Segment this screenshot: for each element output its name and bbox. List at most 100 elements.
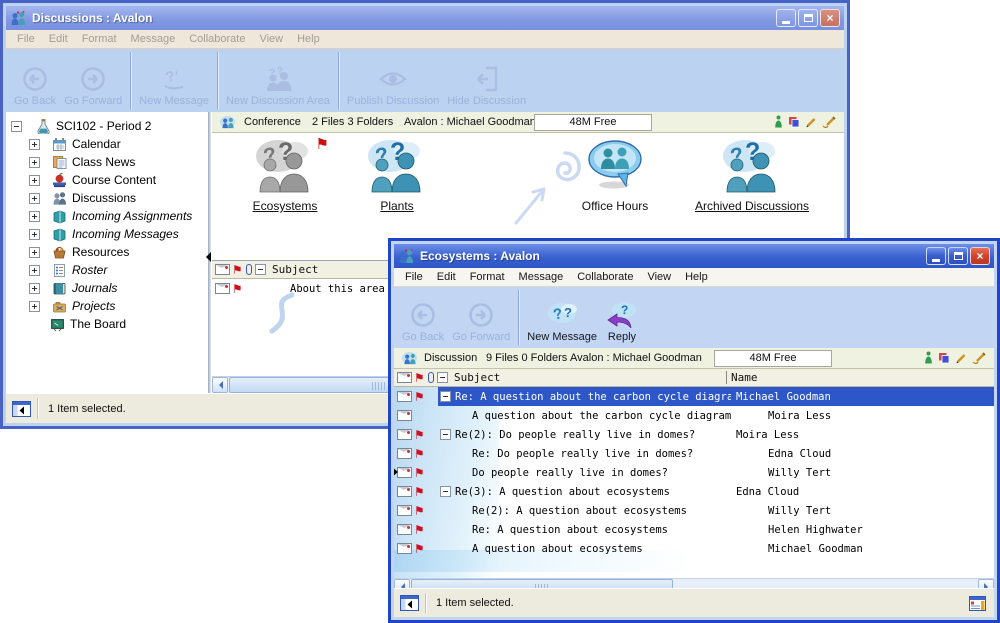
- signature-pen-icon: [822, 116, 836, 128]
- icon-ecosystems[interactable]: ⚑ ? ? Ecosystems: [227, 137, 343, 213]
- grid-view-icon[interactable]: [969, 596, 986, 611]
- menu-format[interactable]: Format: [75, 33, 124, 45]
- sidebar-item-course-content[interactable]: Course Content: [29, 171, 156, 189]
- sidebar-item-incoming-assignments[interactable]: Incoming Assignments: [29, 207, 192, 225]
- minimize-button[interactable]: [926, 247, 946, 265]
- go-forward-button[interactable]: Go Forward: [448, 287, 514, 348]
- pane-collapse-handle[interactable]: [394, 467, 403, 477]
- ecosystems-titlebar[interactable]: Ecosystems : Avalon ×: [394, 244, 994, 268]
- expand-icon[interactable]: [29, 211, 40, 222]
- sidebar-item-incoming-messages[interactable]: Incoming Messages: [29, 225, 179, 243]
- collapse-icon[interactable]: [440, 486, 451, 497]
- menu-message[interactable]: Message: [512, 271, 571, 283]
- icon-plants[interactable]: ? ? Plants: [347, 137, 447, 213]
- expand-icon[interactable]: [29, 265, 40, 276]
- icon-office-hours[interactable]: Office Hours: [560, 139, 670, 213]
- tree-root-sci102[interactable]: SCI102 - Period 2: [11, 117, 151, 135]
- menu-message[interactable]: Message: [124, 33, 183, 45]
- hide-discussion-button[interactable]: Hide Discussion: [443, 49, 530, 112]
- menu-view[interactable]: View: [252, 33, 290, 45]
- menu-file[interactable]: File: [10, 33, 42, 45]
- menu-collaborate[interactable]: Collaborate: [570, 271, 640, 283]
- new-discussion-area-button[interactable]: ? ? New Discussion Area: [222, 49, 334, 112]
- message-row[interactable]: A question about ecosystems Michael Good…: [394, 539, 994, 558]
- menu-edit[interactable]: Edit: [430, 271, 463, 283]
- subject-column-header[interactable]: Subject: [454, 371, 726, 384]
- subject-column-header[interactable]: Subject: [272, 263, 318, 276]
- menu-help[interactable]: Help: [678, 271, 715, 283]
- collapse-all-icon[interactable]: [255, 264, 266, 275]
- new-message-icon: ? ʹ: [159, 66, 189, 92]
- message-row[interactable]: Do people really live in domes? Willy Te…: [394, 463, 994, 482]
- sidebar-item-roster[interactable]: Roster: [29, 261, 107, 279]
- list-header[interactable]: Subject Name: [394, 369, 994, 387]
- reply-button[interactable]: ? Reply: [601, 287, 643, 348]
- name-column-header[interactable]: Name: [726, 371, 994, 384]
- message-row[interactable]: A question about the carbon cycle diagra…: [394, 406, 994, 425]
- discussions-titlebar[interactable]: Discussions : Avalon ×: [6, 6, 844, 30]
- expand-icon[interactable]: [29, 301, 40, 312]
- sidebar-item-calendar[interactable]: Calendar: [29, 135, 121, 153]
- new-message-button[interactable]: ? ? New Message: [523, 287, 601, 348]
- menu-file[interactable]: File: [398, 271, 430, 283]
- maximize-button[interactable]: [948, 247, 968, 265]
- message-row[interactable]: Re: Do people really live in domes? Edna…: [394, 444, 994, 463]
- go-forward-button[interactable]: Go Forward: [60, 49, 126, 112]
- collapse-icon[interactable]: [11, 121, 22, 132]
- expand-icon[interactable]: [29, 283, 40, 294]
- sidebar-item-class-news[interactable]: Class News: [29, 153, 135, 171]
- calendar-icon: [52, 137, 67, 152]
- sidebar-item-discussions[interactable]: Discussions: [29, 189, 136, 207]
- expand-icon[interactable]: [29, 157, 40, 168]
- free-space-indicator: 48M Free: [534, 114, 652, 131]
- menu-collaborate[interactable]: Collaborate: [182, 33, 252, 45]
- menu-format[interactable]: Format: [463, 271, 512, 283]
- message-author: Moira Less: [731, 425, 994, 444]
- collapse-icon[interactable]: [440, 429, 451, 440]
- message-row[interactable]: Re: A question about the carbon cycle di…: [394, 387, 994, 406]
- scroll-left-arrow[interactable]: [212, 377, 228, 393]
- collapse-icon[interactable]: [440, 391, 451, 402]
- publish-discussion-button[interactable]: Publish Discussion: [343, 49, 443, 112]
- expand-icon[interactable]: [29, 139, 40, 150]
- sidebar-item-the-board[interactable]: The Board: [29, 315, 126, 333]
- pane-kind-label: Discussion: [424, 352, 477, 364]
- new-message-button[interactable]: ? ʹ New Message: [135, 49, 213, 112]
- expand-icon[interactable]: [29, 193, 40, 204]
- close-button[interactable]: ×: [970, 247, 990, 265]
- menu-view[interactable]: View: [640, 271, 678, 283]
- message-author: Helen Highwater: [763, 520, 994, 539]
- go-back-button[interactable]: Go Back: [10, 49, 60, 112]
- discussion-area-icon: ? ?: [253, 137, 317, 193]
- course-flask-icon: [36, 119, 51, 134]
- icon-label: Plants: [347, 199, 447, 213]
- split-view-icon[interactable]: [12, 401, 31, 417]
- status-bar: 1 Item selected.: [394, 588, 994, 617]
- sidebar-item-projects[interactable]: Projects: [29, 297, 115, 315]
- close-button[interactable]: ×: [820, 9, 840, 27]
- split-view-icon[interactable]: [400, 595, 419, 611]
- expand-icon[interactable]: [29, 175, 40, 186]
- message-row[interactable]: Re(2): A question about ecosystems Willy…: [394, 501, 994, 520]
- expand-icon[interactable]: [29, 229, 40, 240]
- splitter-collapse-handle[interactable]: [201, 252, 211, 262]
- sidebar-item-journals[interactable]: Journals: [29, 279, 117, 297]
- expand-icon[interactable]: [29, 247, 40, 258]
- icon-archived-discussions[interactable]: ? ? Archived Discussions: [662, 137, 842, 213]
- maximize-button[interactable]: [798, 9, 818, 27]
- message-row[interactable]: Re: A question about ecosystems Helen Hi…: [394, 520, 994, 539]
- menu-help[interactable]: Help: [290, 33, 327, 45]
- collapse-all-icon[interactable]: [437, 372, 448, 383]
- desktop: { "colors": { "selection": "#2D57C8", "f…: [0, 0, 1000, 623]
- go-back-button[interactable]: Go Back: [398, 287, 448, 348]
- svg-text:?: ?: [621, 303, 628, 317]
- messages-book-icon: [52, 227, 67, 242]
- permission-icons: [774, 115, 836, 128]
- sidebar-item-resources[interactable]: Resources: [29, 243, 129, 261]
- menu-edit[interactable]: Edit: [42, 33, 75, 45]
- message-row[interactable]: Re(3): A question about ecosystems Edna …: [394, 482, 994, 501]
- message-subject: A question about the carbon cycle diagra…: [472, 410, 731, 422]
- minimize-button[interactable]: [776, 9, 796, 27]
- discussions-icon: [52, 191, 67, 206]
- message-row[interactable]: Re(2): Do people really live in domes? M…: [394, 425, 994, 444]
